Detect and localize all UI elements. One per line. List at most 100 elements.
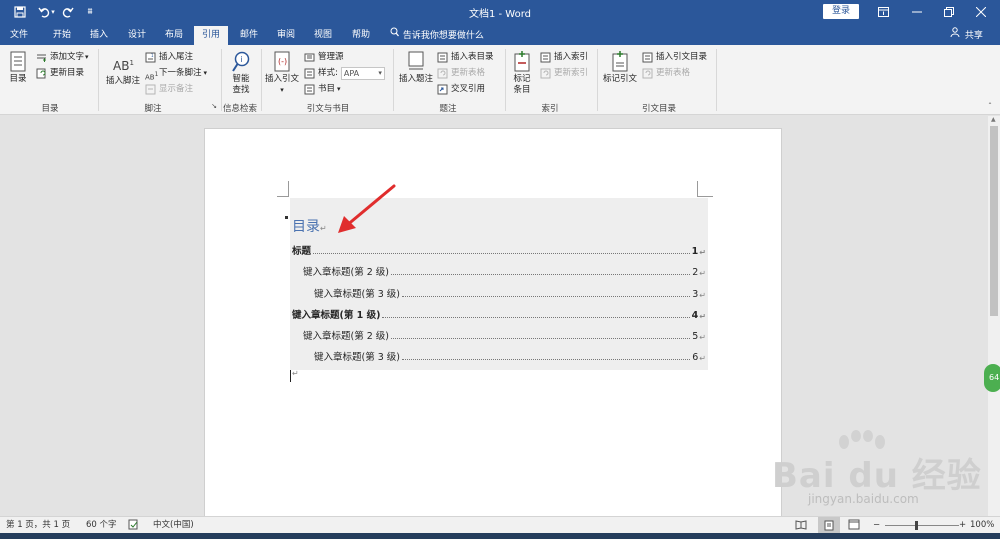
tab-help[interactable]: 帮助	[344, 26, 378, 45]
mark-entry-label-1: 标记	[513, 74, 531, 84]
toc-group-label: 目录	[41, 104, 59, 114]
tell-me-text: 告诉我你想要做什么	[402, 31, 484, 41]
smart-lookup-icon: i	[232, 51, 250, 72]
add-text-button[interactable]: 添加文字 ▾	[36, 50, 89, 64]
mark-citation-button[interactable]: 标记引文	[600, 51, 640, 85]
zoom-level[interactable]: 100%	[970, 519, 994, 532]
toc-entry[interactable]: 键入章标题(第 2 级) 5 ↵	[303, 326, 706, 342]
insert-tof-button[interactable]: 插入表目录	[437, 50, 494, 64]
toc-heading[interactable]: 目录↵	[292, 216, 327, 236]
update-toa-button[interactable]: 更新表格	[642, 66, 690, 80]
toc-entry[interactable]: 键入章标题(第 3 级) 3 ↵	[314, 284, 706, 300]
toc-entry[interactable]: 键入章标题(第 2 级) 2 ↵	[303, 262, 706, 278]
close-icon[interactable]	[964, 0, 998, 23]
smart-lookup-button[interactable]: i 智能 查找	[226, 51, 256, 96]
next-footnote-button[interactable]: AB1 下一条脚注 ▾	[145, 66, 207, 81]
style-selector[interactable]: 样式: APA ▾	[304, 66, 385, 80]
toc-entry-text: 键入章标题(第 3 级)	[314, 289, 400, 300]
minimize-icon[interactable]	[900, 0, 934, 23]
mark-entry-button[interactable]: 标记 条目	[508, 51, 536, 96]
cross-reference-label: 交叉引用	[451, 84, 486, 94]
update-toa-icon	[642, 68, 653, 78]
vertical-scrollbar[interactable]: ▲	[988, 116, 1000, 516]
insert-toa-icon	[642, 52, 653, 62]
side-badge[interactable]: 64	[984, 364, 1000, 392]
insert-citation-button[interactable]: (-) 插入引文 ▾	[264, 51, 300, 96]
page-info[interactable]: 第 1 页，共 1 页	[6, 519, 70, 532]
collapse-ribbon-icon[interactable]: ˆ	[988, 102, 992, 111]
insert-index-button[interactable]: 插入索引	[540, 50, 588, 64]
insert-endnote-button[interactable]: 1 插入尾注	[145, 50, 193, 64]
style-dropdown-value: APA	[343, 68, 360, 78]
style-dropdown[interactable]: APA ▾	[340, 66, 385, 80]
zoom-slider-thumb[interactable]	[915, 521, 918, 530]
add-text-icon	[37, 54, 46, 62]
tab-insert[interactable]: 插入	[82, 26, 116, 45]
cross-reference-button[interactable]: 交叉引用	[437, 82, 485, 96]
paragraph-mark-icon: ↵	[699, 354, 706, 363]
margin-corner-mark	[277, 181, 289, 197]
print-layout-icon[interactable]	[818, 517, 840, 533]
tell-me-box[interactable]: 告诉我你想要做什么	[390, 26, 484, 45]
group-divider	[597, 49, 598, 111]
zoom-out-icon[interactable]: −	[873, 519, 880, 532]
update-index-label: 更新索引	[554, 68, 589, 78]
chevron-down-icon: ▾	[378, 68, 382, 77]
update-table-label: 更新表格	[451, 68, 486, 78]
style-label: 样式:	[318, 68, 338, 78]
tab-review[interactable]: 审阅	[269, 26, 303, 45]
tab-design[interactable]: 设计	[120, 26, 154, 45]
mark-citation-label: 标记引文	[602, 74, 637, 84]
mark-entry-icon	[514, 51, 530, 72]
share-button[interactable]: 共享	[950, 26, 983, 45]
zoom-in-icon[interactable]: +	[959, 519, 966, 532]
insert-footnote-label: 插入脚注	[105, 76, 140, 86]
toc-button[interactable]: 目录	[4, 51, 32, 85]
insert-toa-button[interactable]: 插入引文目录	[642, 50, 707, 64]
language[interactable]: 中文(中国)	[153, 519, 194, 532]
manage-sources-button[interactable]: 管理源	[304, 50, 344, 64]
text-cursor	[290, 370, 291, 382]
paragraph-mark-icon: ↵	[292, 369, 299, 378]
update-table-button[interactable]: 更新表格	[437, 66, 485, 80]
tab-file[interactable]: 文件	[2, 26, 36, 45]
person-icon	[950, 26, 962, 45]
status-bar: 第 1 页，共 1 页 60 个字 中文(中国) − + 100%	[0, 516, 1000, 533]
toc-entry[interactable]: 标题 1 ↵	[292, 241, 706, 257]
word-count[interactable]: 60 个字	[86, 519, 117, 532]
scroll-up-icon[interactable]: ▲	[991, 116, 996, 123]
svg-text:i: i	[241, 55, 243, 64]
bibliography-icon	[304, 84, 315, 94]
footnote-group-label: 脚注	[144, 104, 162, 114]
group-divider	[505, 49, 506, 111]
insert-citation-label: 插入引文	[264, 74, 299, 84]
dialog-launcher-icon[interactable]: ↘	[209, 102, 219, 110]
bibliography-label: 书目	[318, 84, 336, 94]
lightbulb-icon	[390, 26, 400, 45]
toc-entry[interactable]: 键入章标题(第 1 级) 4 ↵	[292, 305, 706, 321]
caption-icon	[408, 51, 424, 70]
insert-caption-button[interactable]: 插入题注	[396, 51, 436, 85]
bibliography-button[interactable]: 书目 ▾	[304, 82, 341, 96]
restore-icon[interactable]	[932, 0, 966, 23]
toc-entry-page: 6	[692, 352, 699, 363]
show-notes-icon	[145, 84, 156, 94]
ribbon-display-icon[interactable]	[866, 0, 900, 23]
scrollbar-thumb[interactable]	[990, 126, 998, 316]
tab-references[interactable]: 引用	[194, 26, 228, 45]
insert-footnote-button[interactable]: AB1 插入脚注	[103, 53, 143, 87]
show-notes-button[interactable]: 显示备注	[145, 82, 193, 96]
ribbon: 目录 添加文字 ▾ 更新目录 目录 AB1 插入脚注 1 插入尾注 AB1 下一条…	[0, 45, 1000, 115]
toc-entry[interactable]: 键入章标题(第 3 级) 6 ↵	[314, 347, 706, 363]
zoom-slider[interactable]	[885, 525, 959, 526]
tab-home[interactable]: 开始	[44, 26, 80, 45]
tab-view[interactable]: 视图	[306, 26, 340, 45]
update-toc-label: 更新目录	[50, 68, 85, 78]
tab-layout[interactable]: 布局	[157, 26, 191, 45]
update-index-button[interactable]: 更新索引	[540, 66, 588, 80]
insert-caption-label: 插入题注	[398, 74, 433, 84]
update-toc-button[interactable]: 更新目录	[36, 66, 84, 80]
table-of-figures-icon	[437, 52, 448, 62]
tab-mailings[interactable]: 邮件	[232, 26, 266, 45]
login-button[interactable]: 登录	[823, 4, 859, 19]
